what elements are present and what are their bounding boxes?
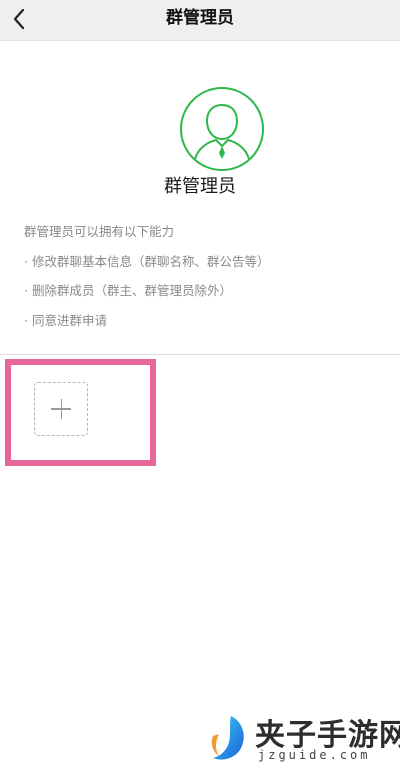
page-title: 群管理员 bbox=[166, 8, 234, 28]
watermark-subtext: jzguide.com bbox=[258, 748, 371, 762]
admin-avatar-icon bbox=[180, 87, 264, 171]
ability-item: · 同意进群申请 bbox=[24, 312, 107, 328]
watermark: 夹子手游网 jzguide.com bbox=[205, 700, 400, 768]
screen: 群管理员 群管理员 群管理员可以拥有以下能力 · 修改群聊基本信息（群聊名称、群… bbox=[0, 0, 400, 768]
ability-item: · 修改群聊基本信息（群聊名称、群公告等） bbox=[24, 253, 270, 269]
abilities-description: 群管理员可以拥有以下能力 · 修改群聊基本信息（群聊名称、群公告等） · 删除群… bbox=[24, 222, 269, 340]
watermark-logo-icon bbox=[211, 716, 244, 760]
section-divider bbox=[0, 354, 400, 355]
abilities-intro: 群管理员可以拥有以下能力 bbox=[24, 224, 175, 239]
nav-bar: 群管理员 bbox=[0, 0, 400, 41]
role-title: 群管理员 bbox=[164, 176, 236, 197]
ability-item: · 删除群成员（群主、群管理员除外） bbox=[24, 283, 232, 298]
add-admin-button[interactable] bbox=[34, 382, 88, 436]
